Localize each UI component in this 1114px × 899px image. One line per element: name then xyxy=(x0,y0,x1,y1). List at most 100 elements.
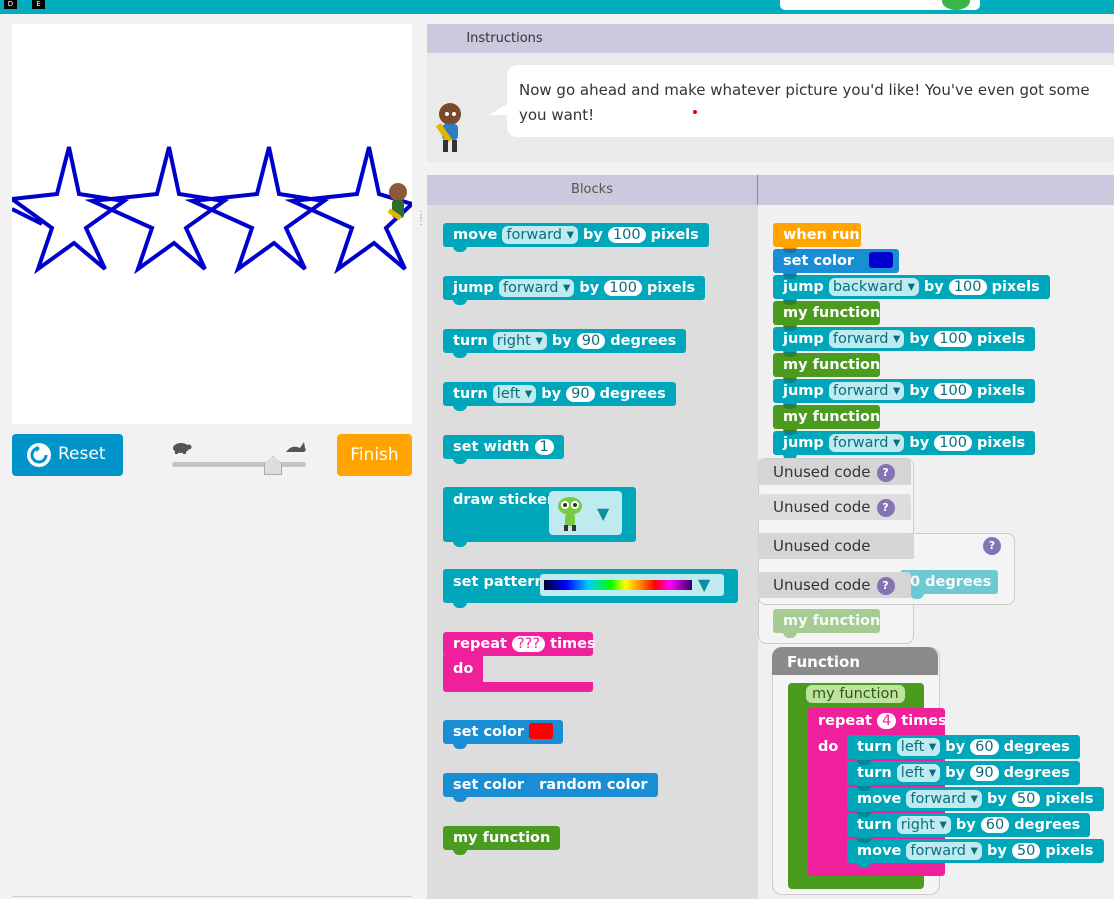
bubble-tail xyxy=(489,103,509,115)
direction-dropdown[interactable]: forward ▾ xyxy=(828,330,905,348)
direction-dropdown[interactable]: left ▾ xyxy=(896,738,941,756)
direction-dropdown[interactable]: forward ▾ xyxy=(906,790,982,808)
block-label: turn xyxy=(453,386,488,402)
block-label: jump xyxy=(783,383,824,399)
unused-code-label: Unused code xyxy=(758,533,914,559)
resize-handle[interactable]: ⋮ ⋮ xyxy=(416,211,426,237)
workspace-set-color-block[interactable]: set color xyxy=(773,248,899,278)
block-label: draw sticker xyxy=(453,492,555,508)
number-field[interactable]: 60 xyxy=(980,817,1010,833)
dropdown-value: left xyxy=(900,739,925,755)
fn-turn-left-60-block[interactable]: turn left ▾ by 60 degrees xyxy=(847,735,1080,764)
unused-my-function-block[interactable]: my function xyxy=(773,609,880,638)
number-field[interactable]: 50 xyxy=(1011,791,1041,807)
when-run-block[interactable]: when run xyxy=(773,223,861,252)
reset-button[interactable]: Reset xyxy=(12,434,123,476)
dropdown-value: right xyxy=(900,817,935,833)
block-label: by xyxy=(909,435,930,451)
toolbox-draw-sticker-block[interactable]: draw sticker ▼ xyxy=(443,487,636,547)
help-icon[interactable]: ? xyxy=(876,463,895,482)
fn-turn-left-90-block[interactable]: turn left ▾ by 90 degrees xyxy=(847,760,1080,790)
toolbox-jump-block[interactable]: jump forward ▾ by 100 pixels xyxy=(443,276,706,305)
workspace-jump-forward-block[interactable]: jump forward ▾ by 100 pixels xyxy=(773,326,1036,356)
slider-track[interactable] xyxy=(172,462,306,467)
slider-thumb[interactable] xyxy=(264,456,282,475)
workspace-jump-forward-block[interactable]: jump forward ▾ by 100 pixels xyxy=(773,378,1036,408)
dropdown-value: left xyxy=(900,765,925,781)
toolbox-set-random-color-block[interactable]: set color random color xyxy=(443,773,658,802)
number-field[interactable]: 100 xyxy=(934,435,972,451)
toolbox-set-pattern-block[interactable]: set pattern ▼ xyxy=(443,569,738,608)
direction-dropdown[interactable]: forward ▾ xyxy=(906,842,982,860)
top-bar: D E xyxy=(0,0,1114,14)
direction-dropdown[interactable]: left ▾ xyxy=(492,385,537,403)
dropdown-value: backward xyxy=(832,279,903,295)
number-field[interactable]: 4 xyxy=(876,713,897,729)
function-name-field[interactable]: my function xyxy=(806,685,905,703)
number-field[interactable]: 100 xyxy=(607,227,646,243)
toolbox-set-width-block[interactable]: set width 1 xyxy=(443,435,564,464)
workspace-jump-backward-block[interactable]: jump backward ▾ by 100 pixels xyxy=(773,274,1050,304)
block-label: pixels xyxy=(991,279,1040,295)
block-label: pixels xyxy=(977,383,1026,399)
unused-degrees-block[interactable]: 0 degrees xyxy=(900,570,998,599)
number-field[interactable]: 100 xyxy=(934,383,972,399)
block-label: my function xyxy=(453,830,551,846)
direction-dropdown[interactable]: right ▾ xyxy=(492,332,547,350)
number-field[interactable]: 90 xyxy=(566,386,595,402)
block-label: by xyxy=(923,279,944,295)
workspace-my-function-call[interactable]: my function xyxy=(773,404,880,434)
help-icon[interactable]: ? xyxy=(876,576,895,595)
workspace-jump-forward-block[interactable]: jump forward ▾ by 100 pixels xyxy=(773,430,1036,460)
number-field[interactable]: 90 xyxy=(970,765,999,781)
unused-label-text: Unused code xyxy=(773,576,871,594)
finish-button[interactable]: Finish xyxy=(337,434,412,476)
block-label: pixels xyxy=(977,331,1026,347)
direction-dropdown[interactable]: right ▾ xyxy=(896,816,951,834)
workspace-my-function-call[interactable]: my function xyxy=(773,300,880,330)
direction-dropdown[interactable]: forward ▾ xyxy=(828,434,905,452)
toolbox-set-color-block[interactable]: set color xyxy=(443,720,564,749)
unused-label-text: Unused code xyxy=(773,498,871,516)
direction-dropdown[interactable]: left ▾ xyxy=(896,764,941,782)
direction-dropdown[interactable]: forward ▾ xyxy=(502,226,578,244)
direction-dropdown[interactable]: forward ▾ xyxy=(828,382,905,400)
direction-dropdown[interactable]: forward ▾ xyxy=(498,279,575,297)
number-field[interactable]: ??? xyxy=(511,636,546,652)
fn-repeat-do-label: do xyxy=(818,739,839,755)
number-field[interactable]: 90 xyxy=(576,333,606,349)
speed-slider[interactable] xyxy=(170,440,310,475)
number-field[interactable]: 50 xyxy=(1011,843,1041,859)
dropdown-value: forward xyxy=(502,280,559,296)
toolbox-my-function-block[interactable]: my function xyxy=(443,826,561,855)
color-swatch-red[interactable] xyxy=(529,723,554,739)
help-icon[interactable]: ? xyxy=(876,498,895,517)
fn-repeat-header: repeat 4 times xyxy=(818,709,947,733)
number-field[interactable]: 1 xyxy=(534,439,554,455)
number-field[interactable]: 100 xyxy=(948,279,987,295)
rabbit-icon xyxy=(286,442,306,452)
direction-dropdown[interactable]: backward ▾ xyxy=(828,278,919,296)
help-icon[interactable]: ? xyxy=(983,537,1001,555)
toolbox-turn-right-block[interactable]: turn right ▾ by 90 degrees xyxy=(443,329,687,358)
tab-instructions[interactable]: Instructions xyxy=(457,28,552,55)
block-label: set pattern xyxy=(453,574,545,590)
toolbox-repeat-block[interactable]: repeat ??? times xyxy=(443,632,596,661)
toolbox-turn-left-block[interactable]: turn left ▾ by 90 degrees xyxy=(443,382,676,411)
color-swatch-blue[interactable] xyxy=(869,252,894,268)
sticker-dropdown[interactable]: ▼ xyxy=(549,491,622,535)
dropdown-value: forward xyxy=(910,843,967,859)
fn-move-forward-50-block[interactable]: move forward ▾ by 50 pixels xyxy=(847,838,1104,868)
number-field[interactable]: 60 xyxy=(970,739,999,755)
block-label: times xyxy=(550,636,596,652)
blocks-header-label: Blocks xyxy=(571,182,613,197)
toolbox-move-block[interactable]: move forward ▾ by 100 pixels xyxy=(443,223,709,252)
number-field[interactable]: 100 xyxy=(934,331,972,347)
fn-turn-right-60-block[interactable]: turn right ▾ by 60 degrees xyxy=(847,812,1091,842)
pattern-dropdown[interactable]: ▼ xyxy=(540,574,724,596)
workspace-my-function-call[interactable]: my function xyxy=(773,352,880,382)
unused-code-label: Unused code? xyxy=(758,459,911,485)
block-label: degrees xyxy=(599,386,666,402)
fn-move-forward-50-block[interactable]: move forward ▾ by 50 pixels xyxy=(847,786,1104,816)
number-field[interactable]: 100 xyxy=(604,280,642,296)
